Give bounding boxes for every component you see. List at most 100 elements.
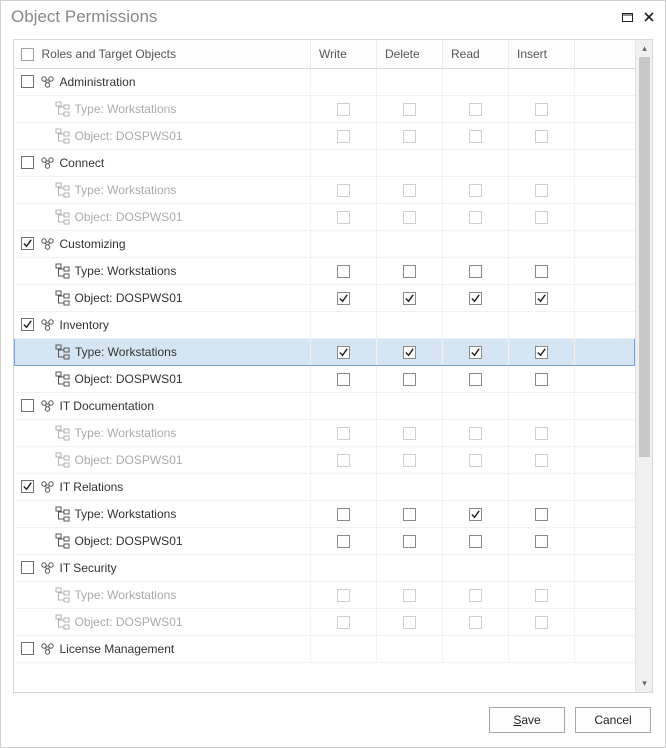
perm-read-checkbox[interactable] <box>469 454 482 467</box>
perm-delete-checkbox[interactable] <box>403 130 416 143</box>
perm-write-checkbox[interactable] <box>337 427 350 440</box>
perm-write-checkbox[interactable] <box>337 130 350 143</box>
perm-insert-checkbox[interactable] <box>535 508 548 521</box>
perm-write-checkbox[interactable] <box>337 535 350 548</box>
object-row[interactable]: Object: DOSPWS01 <box>15 446 635 473</box>
perm-delete-checkbox[interactable] <box>403 427 416 440</box>
header-roles[interactable]: Roles and Target Objects <box>15 40 311 68</box>
perm-delete-checkbox[interactable] <box>403 616 416 629</box>
object-row[interactable]: Object: DOSPWS01 <box>15 284 635 311</box>
perm-write-checkbox[interactable] <box>337 184 350 197</box>
maximize-icon[interactable] <box>619 10 635 24</box>
perm-read-checkbox[interactable] <box>469 184 482 197</box>
scroll-down-icon[interactable]: ▾ <box>636 675 653 692</box>
perm-delete-checkbox[interactable] <box>403 292 416 305</box>
perm-read-checkbox[interactable] <box>469 508 482 521</box>
perm-write-checkbox[interactable] <box>337 265 350 278</box>
perm-write-checkbox[interactable] <box>337 292 350 305</box>
object-row[interactable]: Object: DOSPWS01 <box>15 527 635 554</box>
header-delete[interactable]: Delete <box>377 40 443 68</box>
role-row[interactable]: Administration <box>15 68 635 95</box>
perm-read-checkbox[interactable] <box>469 211 482 224</box>
role-checkbox[interactable] <box>21 480 34 493</box>
perm-delete-checkbox[interactable] <box>403 454 416 467</box>
role-row[interactable]: License Management <box>15 635 635 662</box>
perm-read-checkbox[interactable] <box>469 427 482 440</box>
role-row[interactable]: IT Security <box>15 554 635 581</box>
perm-read-checkbox[interactable] <box>469 616 482 629</box>
perm-read-checkbox[interactable] <box>469 103 482 116</box>
type-row[interactable]: Type: Workstations <box>15 500 635 527</box>
perm-delete-checkbox[interactable] <box>403 508 416 521</box>
perm-delete-checkbox[interactable] <box>403 535 416 548</box>
type-row[interactable]: Type: Workstations <box>15 419 635 446</box>
perm-write-checkbox[interactable] <box>337 616 350 629</box>
role-checkbox[interactable] <box>21 561 34 574</box>
perm-write-checkbox[interactable] <box>337 346 350 359</box>
object-row[interactable]: Object: DOSPWS01 <box>15 122 635 149</box>
object-row[interactable]: Object: DOSPWS01 <box>15 365 635 392</box>
perm-insert-checkbox[interactable] <box>535 211 548 224</box>
perm-read-checkbox[interactable] <box>469 292 482 305</box>
perm-read-checkbox[interactable] <box>469 589 482 602</box>
role-checkbox[interactable] <box>21 318 34 331</box>
role-row[interactable]: Inventory <box>15 311 635 338</box>
perm-write-checkbox[interactable] <box>337 454 350 467</box>
perm-read-checkbox[interactable] <box>469 535 482 548</box>
type-row[interactable]: Type: Workstations <box>15 338 635 365</box>
perm-delete-checkbox[interactable] <box>403 103 416 116</box>
perm-insert-checkbox[interactable] <box>535 130 548 143</box>
header-write[interactable]: Write <box>311 40 377 68</box>
perm-write-checkbox[interactable] <box>337 373 350 386</box>
perm-insert-checkbox[interactable] <box>535 616 548 629</box>
perm-write-checkbox[interactable] <box>337 211 350 224</box>
close-icon[interactable] <box>641 10 657 24</box>
role-row[interactable]: IT Documentation <box>15 392 635 419</box>
cancel-button[interactable]: Cancel <box>575 707 651 733</box>
scroll-up-icon[interactable]: ▴ <box>636 40 653 57</box>
perm-write-checkbox[interactable] <box>337 589 350 602</box>
save-button[interactable]: Save <box>489 707 565 733</box>
header-read[interactable]: Read <box>443 40 509 68</box>
perm-insert-checkbox[interactable] <box>535 103 548 116</box>
perm-insert-checkbox[interactable] <box>535 346 548 359</box>
role-checkbox[interactable] <box>21 399 34 412</box>
object-row[interactable]: Object: DOSPWS01 <box>15 203 635 230</box>
type-row[interactable]: Type: Workstations <box>15 176 635 203</box>
perm-delete-checkbox[interactable] <box>403 265 416 278</box>
type-row[interactable]: Type: Workstations <box>15 95 635 122</box>
role-row[interactable]: Customizing <box>15 230 635 257</box>
perm-insert-checkbox[interactable] <box>535 265 548 278</box>
vertical-scrollbar[interactable]: ▴ ▾ <box>635 40 652 692</box>
perm-insert-checkbox[interactable] <box>535 427 548 440</box>
perm-delete-checkbox[interactable] <box>403 184 416 197</box>
perm-insert-checkbox[interactable] <box>535 454 548 467</box>
perm-insert-checkbox[interactable] <box>535 184 548 197</box>
scrollbar-thumb[interactable] <box>639 57 650 457</box>
type-row[interactable]: Type: Workstations <box>15 581 635 608</box>
object-row[interactable]: Object: DOSPWS01 <box>15 608 635 635</box>
role-checkbox[interactable] <box>21 75 34 88</box>
role-row[interactable]: Connect <box>15 149 635 176</box>
perm-read-checkbox[interactable] <box>469 130 482 143</box>
perm-read-checkbox[interactable] <box>469 373 482 386</box>
role-checkbox[interactable] <box>21 642 34 655</box>
perm-insert-checkbox[interactable] <box>535 373 548 386</box>
type-row[interactable]: Type: Workstations <box>15 257 635 284</box>
role-row[interactable]: IT Relations <box>15 473 635 500</box>
perm-delete-checkbox[interactable] <box>403 346 416 359</box>
perm-write-checkbox[interactable] <box>337 508 350 521</box>
perm-delete-checkbox[interactable] <box>403 373 416 386</box>
perm-insert-checkbox[interactable] <box>535 535 548 548</box>
header-insert[interactable]: Insert <box>509 40 575 68</box>
perm-read-checkbox[interactable] <box>469 265 482 278</box>
perm-delete-checkbox[interactable] <box>403 211 416 224</box>
role-checkbox[interactable] <box>21 237 34 250</box>
perm-insert-checkbox[interactable] <box>535 292 548 305</box>
perm-delete-checkbox[interactable] <box>403 589 416 602</box>
perm-insert-checkbox[interactable] <box>535 589 548 602</box>
role-checkbox[interactable] <box>21 156 34 169</box>
header-checkbox[interactable] <box>21 48 34 61</box>
perm-write-checkbox[interactable] <box>337 103 350 116</box>
perm-read-checkbox[interactable] <box>469 346 482 359</box>
